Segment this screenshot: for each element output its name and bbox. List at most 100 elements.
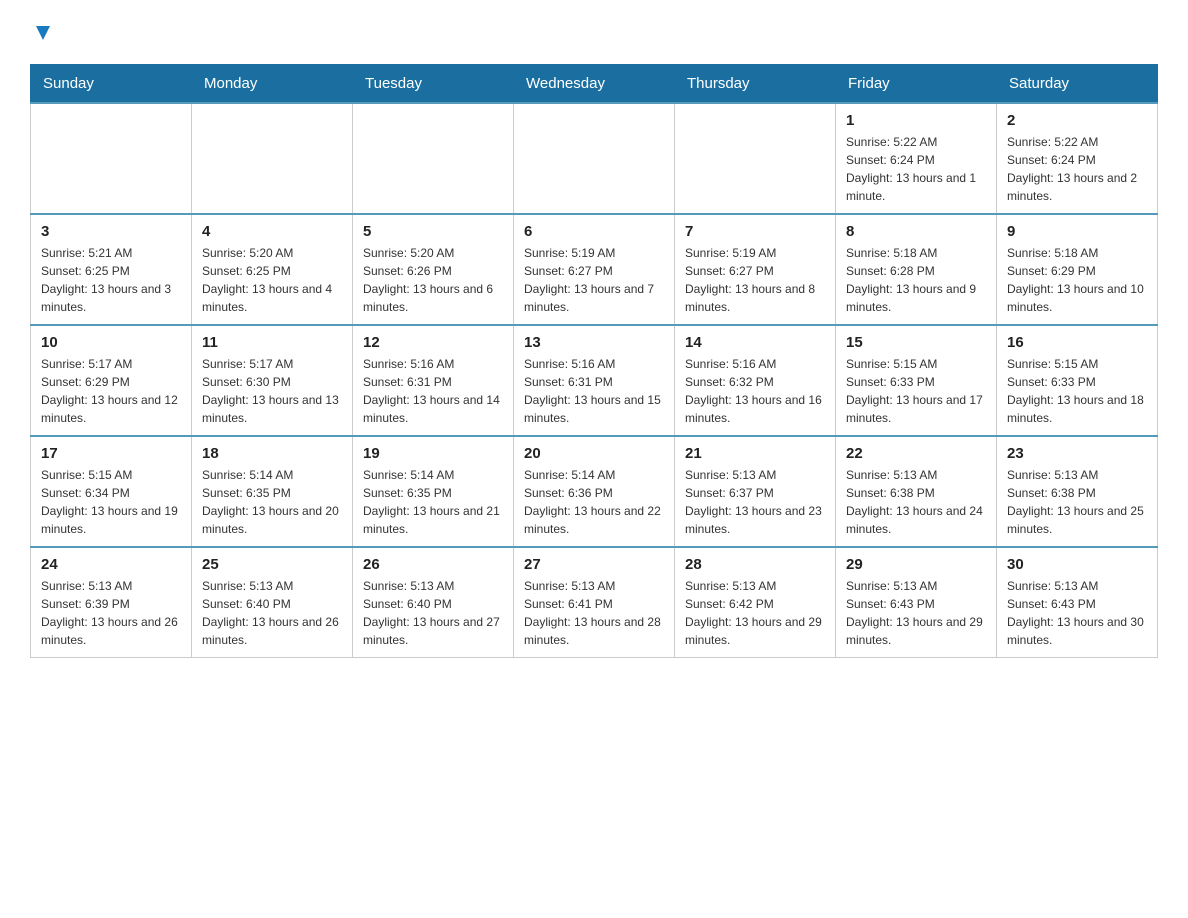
day-number: 7 [685, 223, 825, 240]
day-info: Sunrise: 5:13 AM Sunset: 6:38 PM Dayligh… [846, 466, 986, 538]
day-number: 19 [363, 445, 503, 462]
calendar-cell: 4 Sunrise: 5:20 AM Sunset: 6:25 PM Daylig… [192, 214, 353, 325]
calendar-cell: 25Sunrise: 5:13 AM Sunset: 6:40 PM Dayli… [192, 547, 353, 658]
day-number: 12 [363, 334, 503, 351]
day-number: 1 [846, 112, 986, 129]
calendar-cell: 8 Sunrise: 5:18 AM Sunset: 6:28 PM Daylig… [836, 214, 997, 325]
day-info: Sunrise: 5:19 AM Sunset: 6:27 PM Dayligh… [685, 244, 825, 316]
week-row-3: 10 Sunrise: 5:17 AM Sunset: 6:29 PM Dayli… [31, 325, 1158, 436]
calendar-cell: 26 Sunrise: 5:13 AM Sunset: 6:40 PM Dayli… [353, 547, 514, 658]
day-number: 6 [524, 223, 664, 240]
day-number: 27 [524, 556, 664, 573]
header-tuesday: Tuesday [353, 65, 514, 104]
day-info: Sunrise: 5:19 AM Sunset: 6:27 PM Dayligh… [524, 244, 664, 316]
calendar-cell: 23Sunrise: 5:13 AM Sunset: 6:38 PM Dayli… [997, 436, 1158, 547]
day-number: 26 [363, 556, 503, 573]
day-info: Sunrise: 5:22 AM Sunset: 6:24 PM Dayligh… [1007, 133, 1147, 205]
calendar-cell: 30 Sunrise: 5:13 AM Sunset: 6:43 PM Dayli… [997, 547, 1158, 658]
day-number: 15 [846, 334, 986, 351]
day-info: Sunrise: 5:14 AM Sunset: 6:35 PM Dayligh… [202, 466, 342, 538]
day-info: Sunrise: 5:13 AM Sunset: 6:43 PM Dayligh… [1007, 577, 1147, 649]
day-info: Sunrise: 5:18 AM Sunset: 6:28 PM Dayligh… [846, 244, 986, 316]
calendar-cell: 5 Sunrise: 5:20 AM Sunset: 6:26 PM Daylig… [353, 214, 514, 325]
day-info: Sunrise: 5:22 AM Sunset: 6:24 PM Dayligh… [846, 133, 986, 205]
day-number: 18 [202, 445, 342, 462]
calendar-cell [31, 103, 192, 214]
day-info: Sunrise: 5:13 AM Sunset: 6:41 PM Dayligh… [524, 577, 664, 649]
day-info: Sunrise: 5:14 AM Sunset: 6:36 PM Dayligh… [524, 466, 664, 538]
weekday-header-row: Sunday Monday Tuesday Wednesday Thursday… [31, 65, 1158, 104]
day-number: 2 [1007, 112, 1147, 129]
day-number: 10 [41, 334, 181, 351]
day-number: 16 [1007, 334, 1147, 351]
header-thursday: Thursday [675, 65, 836, 104]
calendar-cell: 19 Sunrise: 5:14 AM Sunset: 6:35 PM Dayli… [353, 436, 514, 547]
calendar-cell: 27 Sunrise: 5:13 AM Sunset: 6:41 PM Dayli… [514, 547, 675, 658]
calendar-cell: 3 Sunrise: 5:21 AM Sunset: 6:25 PM Daylig… [31, 214, 192, 325]
day-info: Sunrise: 5:14 AM Sunset: 6:35 PM Dayligh… [363, 466, 503, 538]
day-info: Sunrise: 5:20 AM Sunset: 6:26 PM Dayligh… [363, 244, 503, 316]
day-info: Sunrise: 5:18 AM Sunset: 6:29 PM Dayligh… [1007, 244, 1147, 316]
day-info: Sunrise: 5:13 AM Sunset: 6:43 PM Dayligh… [846, 577, 986, 649]
day-number: 24 [41, 556, 181, 573]
day-number: 5 [363, 223, 503, 240]
day-info: Sunrise: 5:15 AM Sunset: 6:33 PM Dayligh… [1007, 355, 1147, 427]
calendar-cell: 2 Sunrise: 5:22 AM Sunset: 6:24 PM Daylig… [997, 103, 1158, 214]
day-number: 14 [685, 334, 825, 351]
day-info: Sunrise: 5:16 AM Sunset: 6:32 PM Dayligh… [685, 355, 825, 427]
calendar-cell: 18 Sunrise: 5:14 AM Sunset: 6:35 PM Dayli… [192, 436, 353, 547]
day-info: Sunrise: 5:13 AM Sunset: 6:39 PM Dayligh… [41, 577, 181, 649]
calendar-cell: 16 Sunrise: 5:15 AM Sunset: 6:33 PM Dayli… [997, 325, 1158, 436]
logo-triangle-icon [32, 22, 54, 44]
calendar-cell [353, 103, 514, 214]
calendar-cell [192, 103, 353, 214]
day-info: Sunrise: 5:13 AM Sunset: 6:38 PM Dayligh… [1007, 466, 1147, 538]
header-sunday: Sunday [31, 65, 192, 104]
calendar-cell: 29 Sunrise: 5:13 AM Sunset: 6:43 PM Dayli… [836, 547, 997, 658]
day-number: 11 [202, 334, 342, 351]
calendar-cell: 13Sunrise: 5:16 AM Sunset: 6:31 PM Dayli… [514, 325, 675, 436]
calendar-cell: 15 Sunrise: 5:15 AM Sunset: 6:33 PM Dayli… [836, 325, 997, 436]
header-wednesday: Wednesday [514, 65, 675, 104]
calendar-cell: 21Sunrise: 5:13 AM Sunset: 6:37 PM Dayli… [675, 436, 836, 547]
day-info: Sunrise: 5:15 AM Sunset: 6:33 PM Dayligh… [846, 355, 986, 427]
calendar-cell: 10 Sunrise: 5:17 AM Sunset: 6:29 PM Dayli… [31, 325, 192, 436]
page-header [30, 20, 1158, 44]
calendar-cell: 20Sunrise: 5:14 AM Sunset: 6:36 PM Dayli… [514, 436, 675, 547]
calendar-cell: 7 Sunrise: 5:19 AM Sunset: 6:27 PM Daylig… [675, 214, 836, 325]
day-info: Sunrise: 5:13 AM Sunset: 6:40 PM Dayligh… [202, 577, 342, 649]
calendar-cell: 9 Sunrise: 5:18 AM Sunset: 6:29 PM Daylig… [997, 214, 1158, 325]
header-monday: Monday [192, 65, 353, 104]
calendar-cell: 11 Sunrise: 5:17 AM Sunset: 6:30 PM Dayli… [192, 325, 353, 436]
week-row-2: 3 Sunrise: 5:21 AM Sunset: 6:25 PM Daylig… [31, 214, 1158, 325]
calendar-cell: 24 Sunrise: 5:13 AM Sunset: 6:39 PM Dayli… [31, 547, 192, 658]
day-number: 9 [1007, 223, 1147, 240]
calendar-cell: 28 Sunrise: 5:13 AM Sunset: 6:42 PM Dayli… [675, 547, 836, 658]
day-info: Sunrise: 5:17 AM Sunset: 6:30 PM Dayligh… [202, 355, 342, 427]
header-saturday: Saturday [997, 65, 1158, 104]
day-number: 29 [846, 556, 986, 573]
day-info: Sunrise: 5:17 AM Sunset: 6:29 PM Dayligh… [41, 355, 181, 427]
calendar-cell: 6 Sunrise: 5:19 AM Sunset: 6:27 PM Daylig… [514, 214, 675, 325]
day-number: 8 [846, 223, 986, 240]
day-info: Sunrise: 5:21 AM Sunset: 6:25 PM Dayligh… [41, 244, 181, 316]
calendar-cell: 14 Sunrise: 5:16 AM Sunset: 6:32 PM Dayli… [675, 325, 836, 436]
day-number: 30 [1007, 556, 1147, 573]
calendar-cell: 1 Sunrise: 5:22 AM Sunset: 6:24 PM Daylig… [836, 103, 997, 214]
day-number: 17 [41, 445, 181, 462]
calendar-cell: 22Sunrise: 5:13 AM Sunset: 6:38 PM Dayli… [836, 436, 997, 547]
day-number: 3 [41, 223, 181, 240]
calendar-cell [675, 103, 836, 214]
day-info: Sunrise: 5:13 AM Sunset: 6:42 PM Dayligh… [685, 577, 825, 649]
day-info: Sunrise: 5:16 AM Sunset: 6:31 PM Dayligh… [363, 355, 503, 427]
day-info: Sunrise: 5:20 AM Sunset: 6:25 PM Dayligh… [202, 244, 342, 316]
week-row-1: 1 Sunrise: 5:22 AM Sunset: 6:24 PM Daylig… [31, 103, 1158, 214]
day-number: 4 [202, 223, 342, 240]
day-number: 21 [685, 445, 825, 462]
week-row-4: 17Sunrise: 5:15 AM Sunset: 6:34 PM Dayli… [31, 436, 1158, 547]
header-friday: Friday [836, 65, 997, 104]
day-info: Sunrise: 5:13 AM Sunset: 6:40 PM Dayligh… [363, 577, 503, 649]
calendar-cell: 17Sunrise: 5:15 AM Sunset: 6:34 PM Dayli… [31, 436, 192, 547]
day-number: 28 [685, 556, 825, 573]
calendar-cell: 12 Sunrise: 5:16 AM Sunset: 6:31 PM Dayli… [353, 325, 514, 436]
